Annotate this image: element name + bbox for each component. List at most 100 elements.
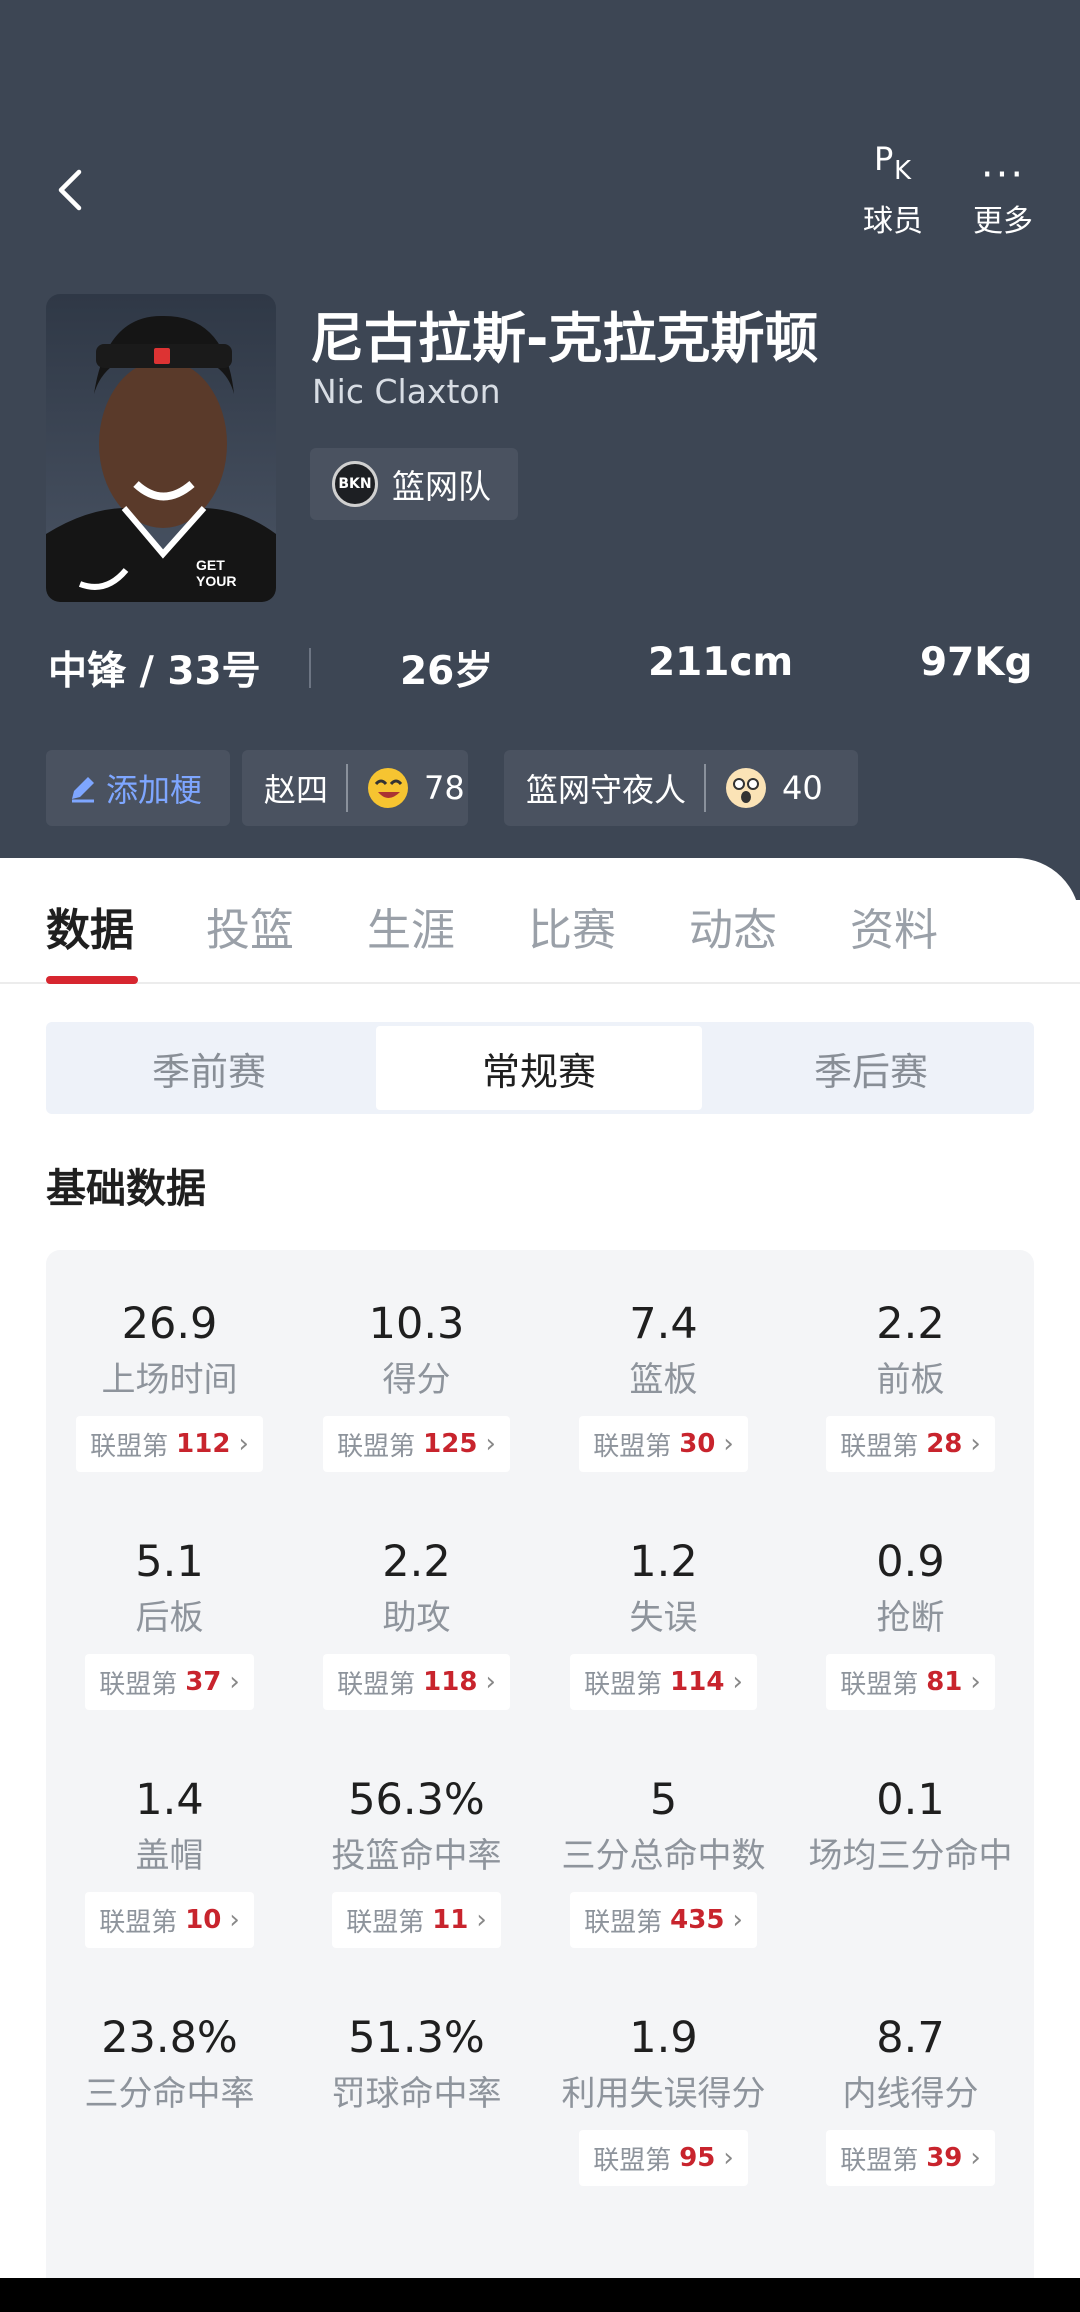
league-rank-button[interactable]: 联盟第 10 ›	[85, 1892, 254, 1948]
pencil-icon	[72, 777, 94, 803]
stat-label: 上场时间	[101, 1360, 238, 1400]
league-rank-button[interactable]: 联盟第 11 ›	[332, 1892, 501, 1948]
stat-item: 1.4 盖帽 联盟第 10 ›	[46, 1770, 293, 1948]
active-tab-indicator	[46, 976, 138, 984]
league-rank-button[interactable]: 联盟第 95 ›	[579, 2130, 748, 2186]
league-rank-button[interactable]: 联盟第 28 ›	[826, 1416, 995, 1472]
more-button[interactable]: ··· 更多	[948, 140, 1058, 240]
tag-text: 赵四	[264, 771, 329, 809]
tab-data[interactable]: 数据	[46, 894, 134, 958]
svg-text:GET: GET	[196, 557, 225, 573]
team-chip[interactable]: BKN 篮网队	[310, 448, 518, 520]
stat-label: 盖帽	[135, 1836, 204, 1876]
stat-item: 23.8% 三分命中率	[46, 2008, 293, 2120]
stat-item: 1.9 利用失误得分 联盟第 95 ›	[540, 2008, 787, 2186]
league-rank-button[interactable]: 联盟第 37 ›	[85, 1654, 254, 1710]
tab-career[interactable]: 生涯	[367, 894, 455, 958]
back-button[interactable]	[40, 160, 100, 220]
league-rank-button[interactable]: 联盟第 112 ›	[76, 1416, 263, 1472]
system-navigation-bar	[0, 2278, 1080, 2312]
league-rank-button[interactable]: 联盟第 125 ›	[323, 1416, 510, 1472]
stat-label: 后板	[135, 1598, 204, 1638]
tag-chip[interactable]: 赵四 78	[242, 750, 468, 826]
chevron-right-icon: ›	[732, 1905, 743, 1935]
tab-shooting[interactable]: 投篮	[206, 894, 294, 958]
player-info-row: 中锋 / 33号 26岁 211cm 97Kg	[0, 640, 1080, 700]
tag-chip[interactable]: 篮网守夜人 40	[504, 750, 858, 826]
tab-games[interactable]: 比赛	[528, 894, 616, 958]
rank-number: 81	[926, 1667, 963, 1697]
stat-value: 0.9	[876, 1537, 945, 1587]
league-rank-button[interactable]: 联盟第 81 ›	[826, 1654, 995, 1710]
rank-prefix: 联盟第	[584, 1907, 663, 1938]
stat-item: 26.9 上场时间 联盟第 112 ›	[46, 1294, 293, 1472]
stat-item: 0.1 场均三分命中	[787, 1770, 1034, 1882]
section-title: 基础数据	[46, 1166, 206, 1212]
stat-value: 7.4	[629, 1299, 698, 1349]
more-label: 更多	[973, 204, 1033, 239]
stat-item: 7.4 篮板 联盟第 30 ›	[540, 1294, 787, 1472]
stat-item: 1.2 失误 联盟第 114 ›	[540, 1532, 787, 1710]
add-tag-button[interactable]: 添加梗	[46, 750, 230, 826]
player-name-en: Nic Claxton	[312, 372, 501, 411]
stat-item: 8.7 内线得分 联盟第 39 ›	[787, 2008, 1034, 2186]
league-rank-button[interactable]: 联盟第 30 ›	[579, 1416, 748, 1472]
tab-news[interactable]: 动态	[689, 894, 777, 958]
more-icon: ···	[980, 152, 1026, 198]
stat-label: 三分总命中数	[561, 1836, 766, 1876]
stat-label: 投篮命中率	[331, 1836, 502, 1876]
rank-prefix: 联盟第	[840, 1431, 919, 1462]
stat-label: 抢断	[876, 1598, 945, 1638]
rank-number: 125	[423, 1429, 478, 1459]
stat-label: 助攻	[382, 1598, 451, 1638]
chevron-right-icon: ›	[732, 1667, 743, 1697]
stat-item: 2.2 助攻 联盟第 118 ›	[293, 1532, 540, 1710]
player-name-cn: 尼古拉斯-克拉克斯顿	[310, 307, 819, 370]
tag-count: 78	[424, 769, 465, 807]
stat-value: 2.2	[382, 1537, 451, 1587]
chevron-right-icon: ›	[229, 1667, 240, 1697]
shocked-emoji-icon	[726, 768, 767, 808]
stat-label: 利用失误得分	[561, 2074, 766, 2114]
stat-value: 5	[649, 1775, 678, 1825]
svg-text:YOUR: YOUR	[196, 573, 236, 589]
league-rank-button[interactable]: 联盟第 435 ›	[570, 1892, 757, 1948]
league-rank-button[interactable]: 联盟第 118 ›	[323, 1654, 510, 1710]
weight: 97Kg	[920, 640, 1033, 685]
chevron-right-icon: ›	[970, 1429, 981, 1459]
chevron-right-icon: ›	[485, 1667, 496, 1697]
player-header: PK 球员 ··· 更多 GET YOUR 尼古拉斯-克拉克斯顿 Nic Cla…	[0, 0, 1080, 900]
rank-number: 30	[679, 1429, 716, 1459]
back-arrow-icon	[58, 169, 82, 211]
league-rank-button[interactable]: 联盟第 39 ›	[826, 2130, 995, 2186]
segment-regular-season[interactable]: 常规赛	[376, 1026, 702, 1110]
stat-value: 10.3	[368, 1299, 465, 1349]
segment-preseason[interactable]: 季前赛	[46, 1022, 372, 1114]
stat-item: 10.3 得分 联盟第 125 ›	[293, 1294, 540, 1472]
info-divider	[309, 648, 311, 688]
stat-item: 51.3% 罚球命中率	[293, 2008, 540, 2120]
rank-prefix: 联盟第	[90, 1431, 169, 1462]
segment-playoffs[interactable]: 季后赛	[708, 1022, 1034, 1114]
tag-count: 40	[782, 769, 823, 807]
position-number: 中锋 / 33号	[48, 649, 261, 694]
rank-prefix: 联盟第	[99, 1907, 178, 1938]
tab-profile[interactable]: 资料	[850, 894, 938, 958]
team-logo: BKN	[332, 461, 378, 507]
stats-grid: 26.9 上场时间 联盟第 112 › 10.3 得分 联盟第 125 › 7.4 篮板…	[46, 1250, 1034, 2312]
rank-number: 95	[679, 2143, 716, 2173]
chevron-right-icon: ›	[476, 1905, 487, 1935]
stat-label: 前板	[876, 1360, 945, 1400]
rank-number: 435	[670, 1905, 725, 1935]
chevron-right-icon: ›	[723, 1429, 734, 1459]
height: 211cm	[648, 640, 794, 685]
rank-prefix: 联盟第	[593, 1431, 672, 1462]
league-rank-button[interactable]: 联盟第 114 ›	[570, 1654, 757, 1710]
stat-value: 26.9	[121, 1299, 218, 1349]
rank-number: 39	[926, 2143, 963, 2173]
rank-prefix: 联盟第	[346, 1907, 425, 1938]
pk-player-button[interactable]: PK 球员	[838, 140, 948, 240]
chevron-right-icon: ›	[238, 1429, 249, 1459]
stat-value: 1.2	[629, 1537, 698, 1587]
tag-divider	[704, 764, 707, 812]
